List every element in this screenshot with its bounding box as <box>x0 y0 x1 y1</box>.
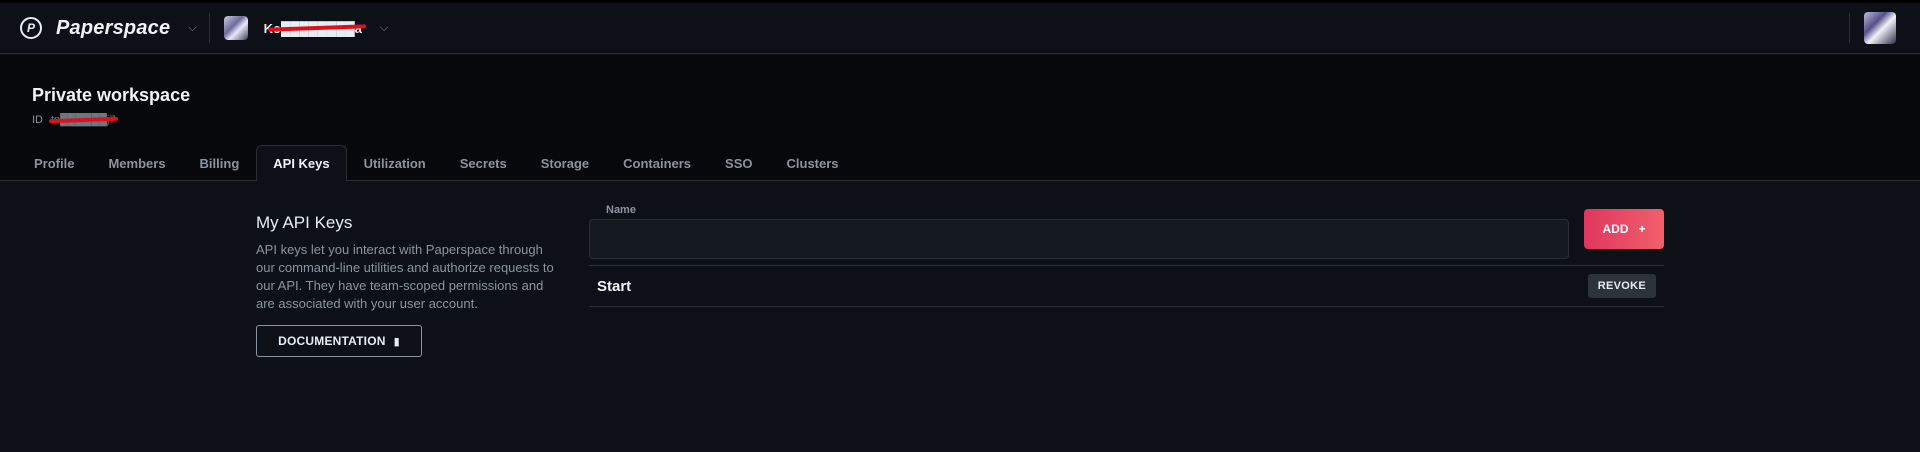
tab-billing[interactable]: Billing <box>183 145 257 181</box>
brand[interactable]: P Paperspace <box>0 3 170 53</box>
workspace-title: Private workspace <box>32 85 191 105</box>
paperspace-logo-icon: P <box>20 17 42 39</box>
tab-secrets[interactable]: Secrets <box>443 145 524 181</box>
workspace-header: Private workspace ID tn██████j7 Profile … <box>0 55 1920 181</box>
team-switcher[interactable]: Ko████████a ⌵ <box>223 16 388 40</box>
chevron-down-icon[interactable]: ⌵ <box>188 22 196 35</box>
workspace-id: ID tn██████j7 <box>32 114 118 126</box>
tab-sso[interactable]: SSO <box>708 145 769 181</box>
document-icon: ▮ <box>393 335 400 348</box>
team-name: Ko████████a <box>264 21 366 36</box>
section-description: API keys let you interact with Paperspac… <box>256 242 554 311</box>
api-key-name: Start <box>597 277 632 295</box>
tab-profile[interactable]: Profile <box>17 145 91 181</box>
brand-name: Paperspace <box>56 16 171 39</box>
chevron-down-icon[interactable]: ⌵ <box>380 22 388 35</box>
top-right-area <box>1849 3 1896 53</box>
divider <box>208 13 210 43</box>
user-avatar[interactable] <box>1864 12 1896 44</box>
tab-utilization[interactable]: Utilization <box>347 145 443 181</box>
api-keys-list: Start REVOKE <box>589 265 1664 307</box>
documentation-button[interactable]: DOCUMENTATION ▮ <box>256 325 422 357</box>
tab-containers[interactable]: Containers <box>606 145 708 181</box>
top-navigation-bar: P Paperspace ⌵ Ko████████a ⌵ <box>0 0 1920 54</box>
divider <box>1849 13 1850 43</box>
api-keys-info: My API Keys API keys let you interact wi… <box>256 213 556 357</box>
workspace-id-label: ID <box>32 114 43 126</box>
tab-clusters[interactable]: Clusters <box>770 145 856 181</box>
plus-icon: + <box>1638 222 1646 236</box>
workspace-tabs: Profile Members Billing API Keys Utiliza… <box>17 145 856 181</box>
name-field-label: Name <box>606 204 636 216</box>
section-title: My API Keys <box>256 213 353 232</box>
tab-api-keys[interactable]: API Keys <box>256 145 347 181</box>
tab-storage[interactable]: Storage <box>524 145 606 181</box>
api-key-row: Start REVOKE <box>589 266 1664 306</box>
workspace-id-value: tn██████j7 <box>48 114 118 126</box>
documentation-label: DOCUMENTATION <box>278 334 386 348</box>
api-key-name-input[interactable] <box>589 219 1569 259</box>
add-label: ADD <box>1602 222 1629 236</box>
api-keys-content: My API Keys API keys let you interact wi… <box>0 181 1920 452</box>
team-avatar <box>223 16 248 40</box>
add-api-key-button[interactable]: ADD + <box>1584 209 1664 249</box>
revoke-button[interactable]: REVOKE <box>1587 274 1656 298</box>
tab-members[interactable]: Members <box>91 145 182 181</box>
